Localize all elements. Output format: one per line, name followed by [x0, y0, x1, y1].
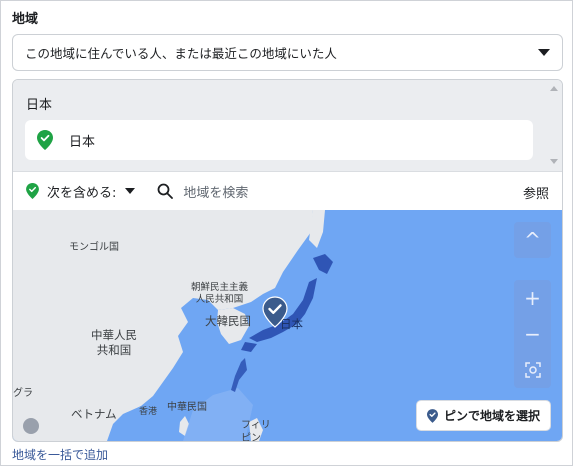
locate-button[interactable] [514, 352, 551, 388]
scroll-down-arrow-icon[interactable] [550, 159, 558, 164]
pin-check-icon [426, 408, 438, 423]
chevron-down-icon [538, 49, 550, 56]
section-title: 地域 [12, 12, 39, 27]
map-zoom-control: + − [514, 280, 551, 388]
include-label: 次を含める: [47, 185, 117, 201]
location-type-value: この地域に住んでいる人、または最近この地域にいた人 [25, 46, 337, 61]
bulk-add-locations-link[interactable]: 地域を一括で追加 [12, 446, 108, 463]
location-pin-check-icon [37, 130, 53, 150]
map-label-north-korea: 朝鮮民主主義 人民共和国 [191, 282, 249, 305]
map-label-hongkong: 香港 [139, 407, 158, 417]
scroll-up-arrow-icon[interactable] [550, 86, 558, 91]
location-search-input[interactable]: 地域を検索 [157, 182, 248, 201]
selected-country-heading: 日本 [26, 98, 53, 113]
selected-location-pin-icon [262, 296, 288, 328]
location-section: 地域 この地域に住んでいる人、または最近この地域にいた人 日本 日本 次を含める… [0, 0, 573, 466]
search-icon [157, 183, 174, 199]
search-placeholder: 地域を検索 [183, 185, 249, 201]
selected-location-chip[interactable]: 日本 [25, 120, 533, 160]
browse-link[interactable]: 参照 [523, 183, 549, 202]
drop-pin-button[interactable]: ピンで地域を選択 [416, 401, 550, 430]
locate-icon [524, 362, 541, 378]
zoom-in-button[interactable]: + [514, 280, 551, 316]
map-label-taiwan: 中華民国 [167, 402, 207, 413]
location-panel: 日本 日本 次を含める: 地域を検索 参照 モンゴル国 朝鮮民主主義 人民共和国… [12, 79, 563, 442]
map-label-vietnam: ベトナム [71, 407, 117, 421]
location-type-dropdown[interactable]: この地域に住んでいる人、または最近この地域にいた人 [12, 34, 563, 71]
map-label-philippines: フィリ ピン [241, 420, 271, 441]
map-label-mongolia: モンゴル国 [69, 242, 119, 253]
location-map[interactable]: モンゴル国 朝鮮民主主義 人民共和国 大韓民国 日本 中華人民 共和国 ベトナム… [13, 210, 562, 441]
map-info-icon[interactable] [23, 418, 39, 434]
selected-location-label: 日本 [69, 134, 96, 150]
map-pan-control: ^ [514, 222, 551, 258]
selected-locations: 日本 日本 [13, 80, 562, 172]
map-label-china: 中華人民 共和国 [91, 328, 137, 357]
drop-pin-label: ピンで地域を選択 [443, 409, 540, 423]
pan-up-button[interactable]: ^ [514, 222, 551, 258]
location-pin-check-icon [26, 183, 39, 199]
zoom-out-button[interactable]: − [514, 316, 551, 352]
map-label-edge: グラ [13, 388, 33, 399]
include-dropdown[interactable]: 次を含める: [26, 182, 136, 201]
map-label-south-korea: 大韓民国 [205, 314, 251, 328]
chevron-down-icon [125, 188, 136, 194]
filter-bar: 次を含める: 地域を検索 参照 [13, 172, 562, 210]
